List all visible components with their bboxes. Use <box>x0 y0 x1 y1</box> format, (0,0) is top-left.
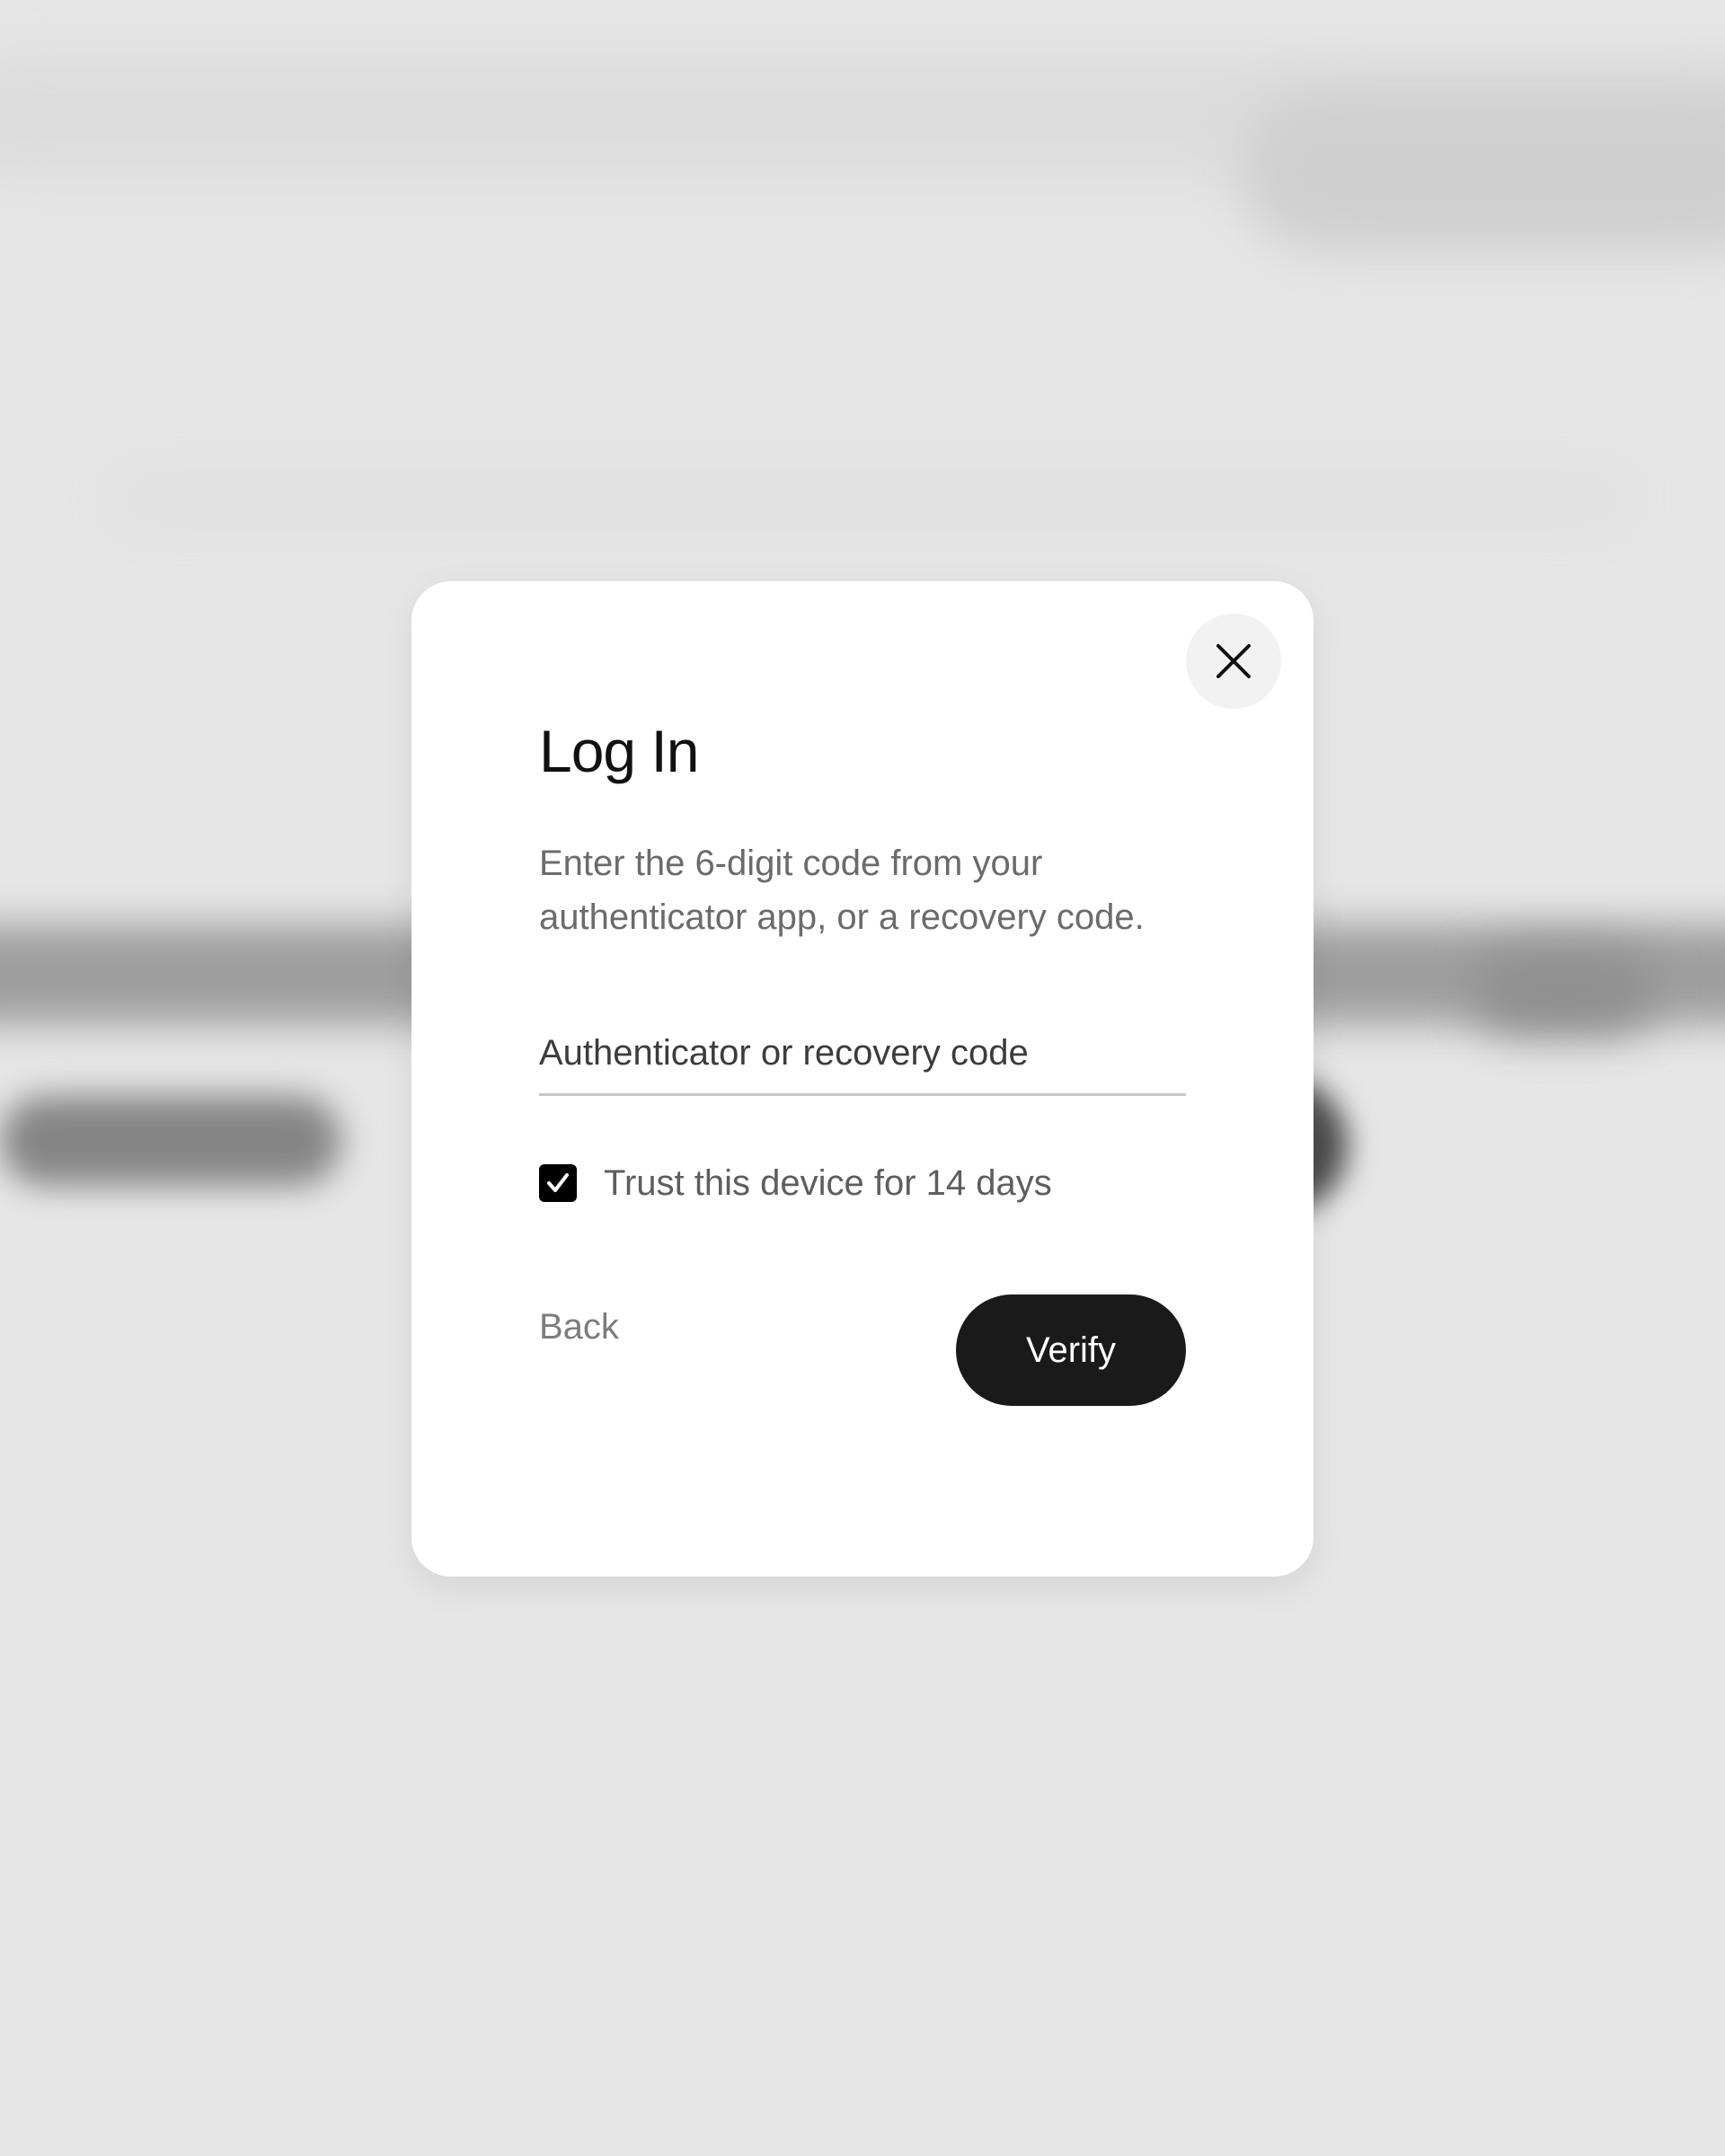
verify-button[interactable]: Verify <box>956 1294 1186 1406</box>
background-pill-button-blur <box>0 1096 341 1186</box>
trust-device-checkbox[interactable] <box>539 1164 577 1202</box>
checkmark-icon <box>547 1173 569 1192</box>
close-icon <box>1216 644 1251 678</box>
close-button[interactable] <box>1186 614 1281 709</box>
login-modal: Log In Enter the 6-digit code from your … <box>411 581 1314 1577</box>
trust-device-label: Trust this device for 14 days <box>604 1162 1052 1203</box>
modal-description: Enter the 6-digit code from your authent… <box>539 844 1145 937</box>
background-header-right-blur <box>1240 90 1725 252</box>
background-nav-item-blur <box>1473 952 1653 1033</box>
back-button[interactable]: Back <box>539 1309 619 1345</box>
code-input-field <box>539 1021 1186 1096</box>
trust-device-option[interactable]: Trust this device for 14 days <box>539 1161 1052 1206</box>
background-content-blur <box>108 467 1635 530</box>
modal-title: Log In <box>539 718 699 784</box>
code-input[interactable] <box>539 1021 1186 1084</box>
